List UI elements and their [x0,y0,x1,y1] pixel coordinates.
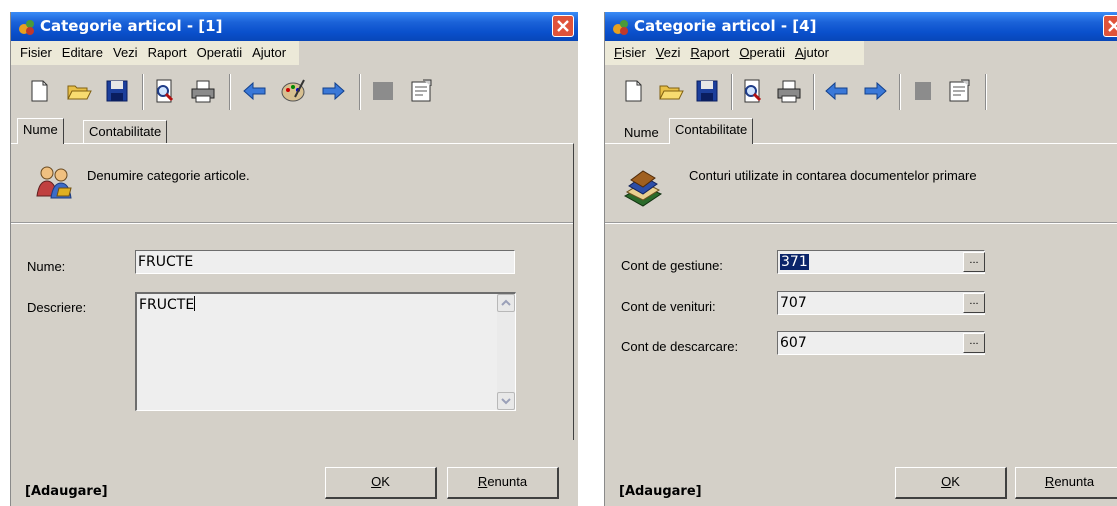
cancel-button[interactable]: Renunta [1015,467,1117,499]
toolbar-separator [731,74,733,110]
panel-header: Conturi utilizate in contarea documentel… [605,144,1117,224]
print-preview-icon[interactable] [151,77,179,105]
books-icon [623,170,663,207]
panel-header-text: Conturi utilizate in contarea documentel… [689,168,977,183]
nume-input[interactable]: FRUCTE [135,250,515,274]
menu-fisier[interactable]: Fisier [614,41,646,65]
ok-button[interactable]: OK [325,467,437,499]
cont-gestiune-label: Cont de gestiune: [621,258,723,273]
toolbar-separator [142,74,144,110]
cont-venituri-browse-button[interactable]: ... [963,293,985,313]
window-title: Categorie articol - [1] [40,17,223,35]
toolbar-separator [813,74,815,110]
menu-raport[interactable]: Raport [690,41,729,65]
nume-label: Nume: [27,259,66,274]
text-caret [194,296,196,311]
window-title: Categorie articol - [4] [634,17,817,35]
title-bar[interactable]: Categorie articol - [4] [605,12,1117,41]
new-document-icon[interactable] [25,77,53,105]
menu-ajutor[interactable]: Ajutor [252,41,286,65]
menu-raport[interactable]: Raport [148,41,187,65]
close-icon [1108,20,1117,32]
panel-header-text: Denumire categorie articole. [87,168,250,183]
menu-fisier[interactable]: Fisier [20,41,52,65]
cont-gestiune-input[interactable]: 371 [777,250,985,274]
toolbar [11,68,578,118]
tab-strip: Nume Contabilitate [605,118,1117,144]
tab-contabilitate[interactable]: Contabilitate [83,120,168,143]
app-icon [613,20,628,35]
toolbar-separator [899,74,901,110]
save-icon[interactable] [693,77,721,105]
app-icon [19,20,34,35]
cancel-button[interactable]: Renunta [447,467,559,499]
toolbar-separator [985,74,987,110]
menu-vezi[interactable]: Vezi [113,41,138,65]
status-text: [Adaugare] [619,484,702,499]
chevron-up-icon [501,299,511,306]
descriere-label: Descriere: [27,300,87,315]
new-document-icon[interactable] [619,77,647,105]
close-button[interactable] [1103,15,1117,37]
save-icon[interactable] [103,77,131,105]
cont-descarcare-browse-button[interactable]: ... [963,333,985,353]
status-text: [Adaugare] [25,484,108,499]
category-window-1: Categorie articol - [1] Fisier Editare Vez… [10,12,578,506]
properties-icon[interactable] [407,77,435,105]
delete-icon[interactable] [369,77,397,105]
print-icon[interactable] [775,77,803,105]
properties-icon[interactable] [945,77,973,105]
vertical-scrollbar[interactable] [497,294,515,410]
close-button[interactable] [552,15,574,37]
print-icon[interactable] [189,77,217,105]
open-folder-icon[interactable] [657,77,685,105]
toolbar-separator [229,74,231,110]
tab-panel-contabilitate: Conturi utilizate in contarea documentel… [605,143,1117,440]
title-bar[interactable]: Categorie articol - [1] [11,12,578,41]
category-window-4: Categorie articol - [4] Fisier Vezi Raport… [604,12,1117,506]
tab-nume[interactable]: Nume [619,122,664,144]
arrow-right-icon[interactable] [861,77,889,105]
menu-bar: Fisier Editare Vezi Raport Operatii Ajutor [11,41,578,65]
menu-operatii[interactable]: Operatii [739,41,785,65]
arrow-right-icon[interactable] [319,77,347,105]
cont-descarcare-label: Cont de descarcare: [621,339,739,354]
descriere-textarea[interactable]: FRUCTE [135,292,516,411]
cont-venituri-label: Cont de venituri: [621,299,716,314]
cont-gestiune-browse-button[interactable]: ... [963,252,985,272]
scroll-down-button[interactable] [497,392,515,410]
toolbar-separator [359,74,361,110]
ok-button[interactable]: OK [895,467,1007,499]
delete-icon[interactable] [909,77,937,105]
arrow-left-icon[interactable] [823,77,851,105]
descriere-text: FRUCTE [139,297,195,313]
tab-panel-nume: Denumire categorie articole. Nume: FRUCT… [11,143,574,440]
cont-venituri-input[interactable]: 707 [777,291,985,315]
tab-contabilitate[interactable]: Contabilitate [669,118,754,144]
menu-bar: Fisier Vezi Raport Operatii Ajutor [605,41,1117,65]
open-folder-icon[interactable] [65,77,93,105]
panel-header: Denumire categorie articole. [11,144,573,224]
chevron-down-icon [501,398,511,405]
tab-strip: Nume Contabilitate [11,118,578,144]
menu-editare[interactable]: Editare [62,41,103,65]
close-icon [557,20,569,32]
arrow-left-icon[interactable] [241,77,269,105]
selected-text: 371 [780,254,809,270]
footer: [Adaugare] OK Renunta [605,458,1117,506]
scroll-up-button[interactable] [497,294,515,312]
menu-operatii[interactable]: Operatii [197,41,243,65]
print-preview-icon[interactable] [739,77,767,105]
palette-icon[interactable] [279,77,307,105]
footer: [Adaugare] OK Renunta [11,458,578,506]
toolbar [605,68,1117,118]
tab-nume[interactable]: Nume [17,118,64,144]
users-icon [36,166,72,199]
menu-vezi[interactable]: Vezi [656,41,681,65]
cont-descarcare-input[interactable]: 607 [777,331,985,355]
menu-ajutor[interactable]: Ajutor [795,41,829,65]
